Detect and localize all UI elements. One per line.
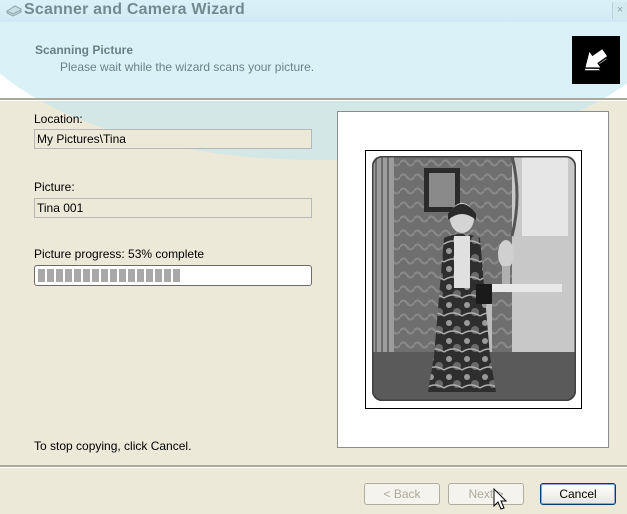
cancel-hint: To stop copying, click Cancel. xyxy=(34,439,192,453)
window-title: Scanner and Camera Wizard xyxy=(24,1,245,18)
scanner-camera-icon xyxy=(6,5,22,17)
cancel-button[interactable]: Cancel xyxy=(540,483,616,505)
progress-fill xyxy=(38,269,181,282)
picture-label: Picture: xyxy=(34,180,75,194)
close-button[interactable]: × xyxy=(612,2,627,19)
title-bar[interactable]: Scanner and Camera Wizard × xyxy=(0,0,627,23)
mouse-pointer-icon xyxy=(493,488,508,510)
location-field: My Pictures\Tina xyxy=(34,129,312,149)
location-label: Location: xyxy=(34,112,83,126)
back-button[interactable]: < Back xyxy=(364,483,440,505)
scanned-photo xyxy=(372,156,576,401)
next-button[interactable]: Next > xyxy=(448,483,524,505)
wizard-header: Scanning Picture Please wait while the w… xyxy=(0,22,627,98)
page-subtitle: Please wait while the wizard scans your … xyxy=(60,60,315,74)
progress-label: Picture progress: 53% complete xyxy=(34,247,205,261)
page-title: Scanning Picture xyxy=(35,43,134,57)
wizard-logo-icon xyxy=(572,36,620,84)
footer-divider xyxy=(0,465,627,468)
picture-field: Tina 001 xyxy=(34,198,312,218)
wizard-window: Scanner and Camera Wizard × Scanning Pic… xyxy=(0,0,627,514)
picture-progress-bar xyxy=(34,265,312,286)
header-divider xyxy=(0,98,627,101)
